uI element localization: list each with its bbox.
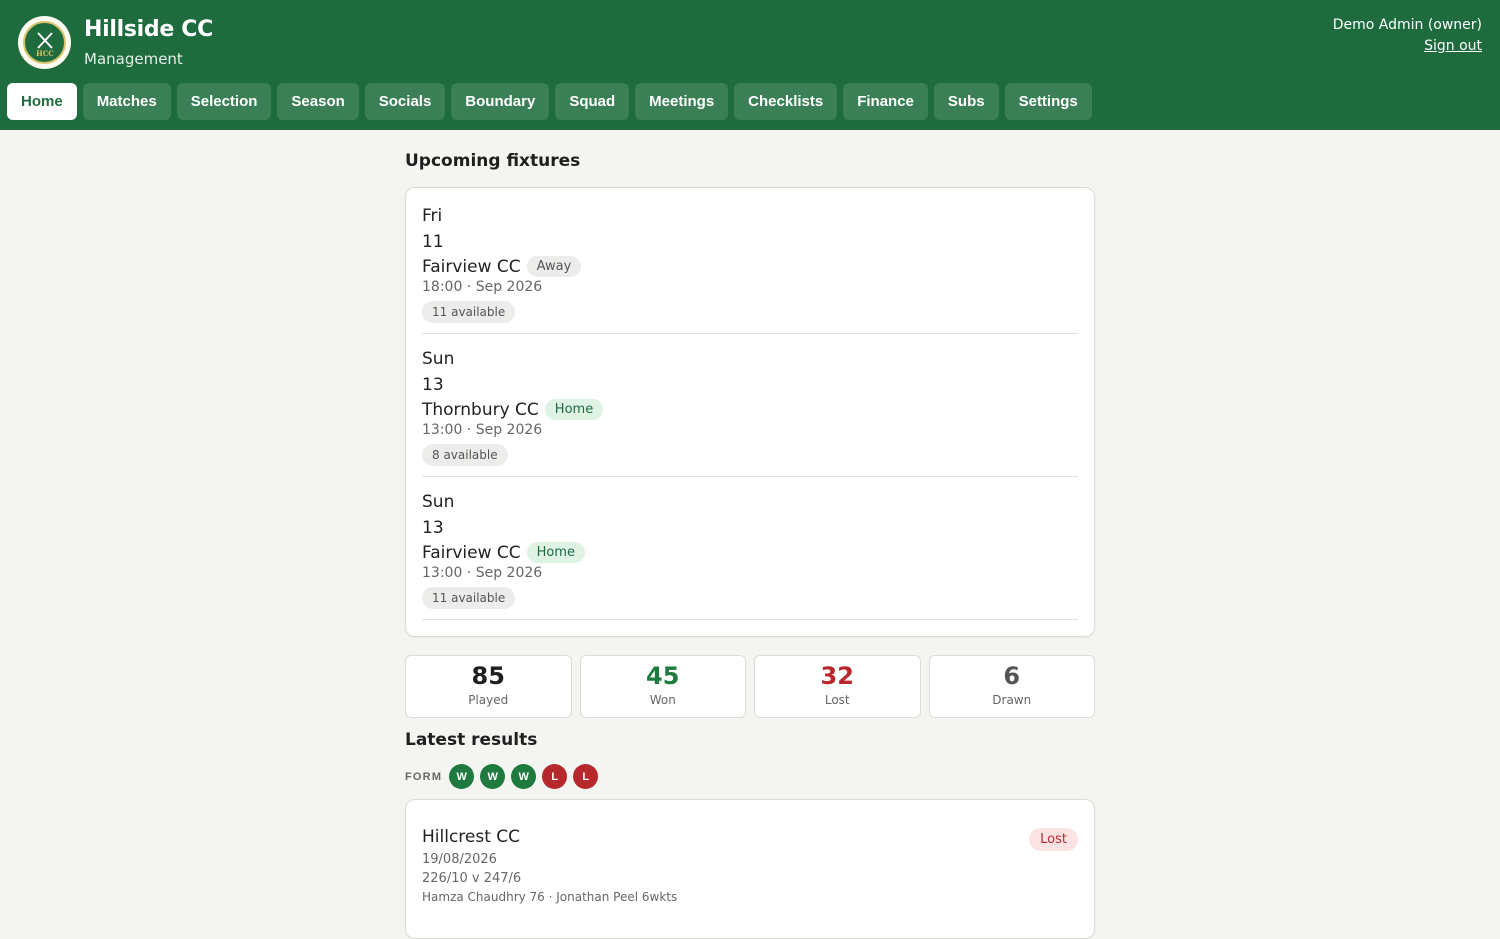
svg-text:HCC: HCC xyxy=(36,49,54,58)
fixture-time: 13:00 · Sep 2026 xyxy=(422,422,543,438)
brand[interactable]: HCC Hillside CC Management xyxy=(18,16,213,69)
venue-badge: Home xyxy=(544,399,604,420)
results-heading: Latest results xyxy=(405,730,538,750)
result-score: 226/10 v 247/6 xyxy=(422,871,522,886)
result-opponent: Hillcrest CC xyxy=(422,827,521,847)
app-subtitle: Management xyxy=(84,50,183,68)
stat-won: 45 Won xyxy=(579,655,746,718)
tab-subs[interactable]: Subs xyxy=(933,83,999,120)
fixture-opponent: Fairview CC xyxy=(422,542,521,563)
fixture-time: 13:00 · Sep 2026 xyxy=(422,565,543,581)
tab-socials[interactable]: Socials xyxy=(364,83,446,120)
tab-boundary[interactable]: Boundary xyxy=(451,83,550,120)
tab-meetings[interactable]: Meetings xyxy=(635,83,729,120)
stat-label: Drawn xyxy=(992,693,1032,707)
tab-home[interactable]: Home xyxy=(7,83,77,120)
app-title: Hillside CC xyxy=(84,17,213,42)
main-nav: Home Matches Selection Season Socials Bo… xyxy=(7,83,1092,120)
venue-badge: Home xyxy=(526,542,586,563)
availability-badge: 11 available xyxy=(422,301,516,323)
tab-matches[interactable]: Matches xyxy=(82,83,171,120)
form-result-badge: W xyxy=(449,764,475,789)
tab-finance[interactable]: Finance xyxy=(843,83,928,120)
fixture-date: 13 xyxy=(422,374,444,395)
stat-value: 85 xyxy=(471,662,505,690)
fixtures-card: Fri 11 Fairview CC Away 18:00 · Sep 2026… xyxy=(405,187,1095,637)
form-label: FORM xyxy=(405,770,443,783)
tab-squad[interactable]: Squad xyxy=(555,83,630,120)
user-name: Demo Admin (owner) xyxy=(1332,17,1482,33)
fixture-item[interactable]: Sun 13 Fairview CC Home 13:00 · Sep 2026… xyxy=(422,490,1078,620)
fixture-date: 13 xyxy=(422,517,444,538)
fixture-day: Sun xyxy=(422,349,455,369)
fixture-date: 11 xyxy=(422,231,444,252)
stat-label: Won xyxy=(649,693,676,707)
tab-checklists[interactable]: Checklists xyxy=(734,83,838,120)
fixture-day: Sun xyxy=(422,492,455,512)
result-card[interactable]: Hillcrest CC 19/08/2026 226/10 v 247/6 H… xyxy=(405,799,1095,939)
season-stats: 85 Played 45 Won 32 Lost 6 Drawn xyxy=(405,655,1095,718)
fixture-time: 18:00 · Sep 2026 xyxy=(422,279,543,295)
sign-out-link[interactable]: Sign out xyxy=(1333,38,1482,54)
fixture-opponent: Thornbury CC xyxy=(422,399,539,420)
fixture-day: Fri xyxy=(422,206,443,226)
result-performers: Hamza Chaudhry 76 · Jonathan Peel 6wkts xyxy=(422,890,678,904)
stat-value: 45 xyxy=(646,662,680,690)
stat-played: 85 Played xyxy=(405,655,572,718)
form-result-badge: L xyxy=(542,764,568,789)
fixture-item[interactable]: Sun 13 Thornbury CC Home 13:00 · Sep 202… xyxy=(422,347,1078,477)
form-guide: FORM W W W L L xyxy=(405,764,1095,789)
stat-drawn: 6 Drawn xyxy=(928,655,1095,718)
main-content: Upcoming fixtures Fri 11 Fairview CC Awa… xyxy=(405,130,1095,939)
form-result-badge: L xyxy=(573,764,599,789)
form-result-badge: W xyxy=(480,764,506,789)
stat-lost: 32 Lost xyxy=(754,655,921,718)
stat-label: Played xyxy=(468,693,509,707)
result-outcome-badge: Lost xyxy=(1029,828,1078,851)
top-bar: HCC Hillside CC Management Demo Admin (o… xyxy=(0,0,1500,130)
tab-season[interactable]: Season xyxy=(277,83,359,120)
user-panel: Demo Admin (owner) Sign out xyxy=(1333,17,1482,54)
result-date: 19/08/2026 xyxy=(422,852,497,867)
form-result-badge: W xyxy=(511,764,537,789)
venue-badge: Away xyxy=(526,256,582,277)
crossed-bats-icon: HCC xyxy=(36,31,54,58)
stat-value: 6 xyxy=(1003,662,1021,690)
availability-badge: 11 available xyxy=(422,587,516,609)
fixture-opponent: Fairview CC xyxy=(422,256,521,277)
club-logo: HCC xyxy=(18,16,71,69)
fixture-item[interactable]: Fri 11 Fairview CC Away 18:00 · Sep 2026… xyxy=(422,204,1078,334)
stat-label: Lost xyxy=(824,693,850,707)
tab-selection[interactable]: Selection xyxy=(176,83,272,120)
stat-value: 32 xyxy=(820,662,854,690)
tab-settings[interactable]: Settings xyxy=(1004,83,1092,120)
fixtures-heading: Upcoming fixtures xyxy=(405,151,581,171)
availability-badge: 8 available xyxy=(422,444,508,466)
